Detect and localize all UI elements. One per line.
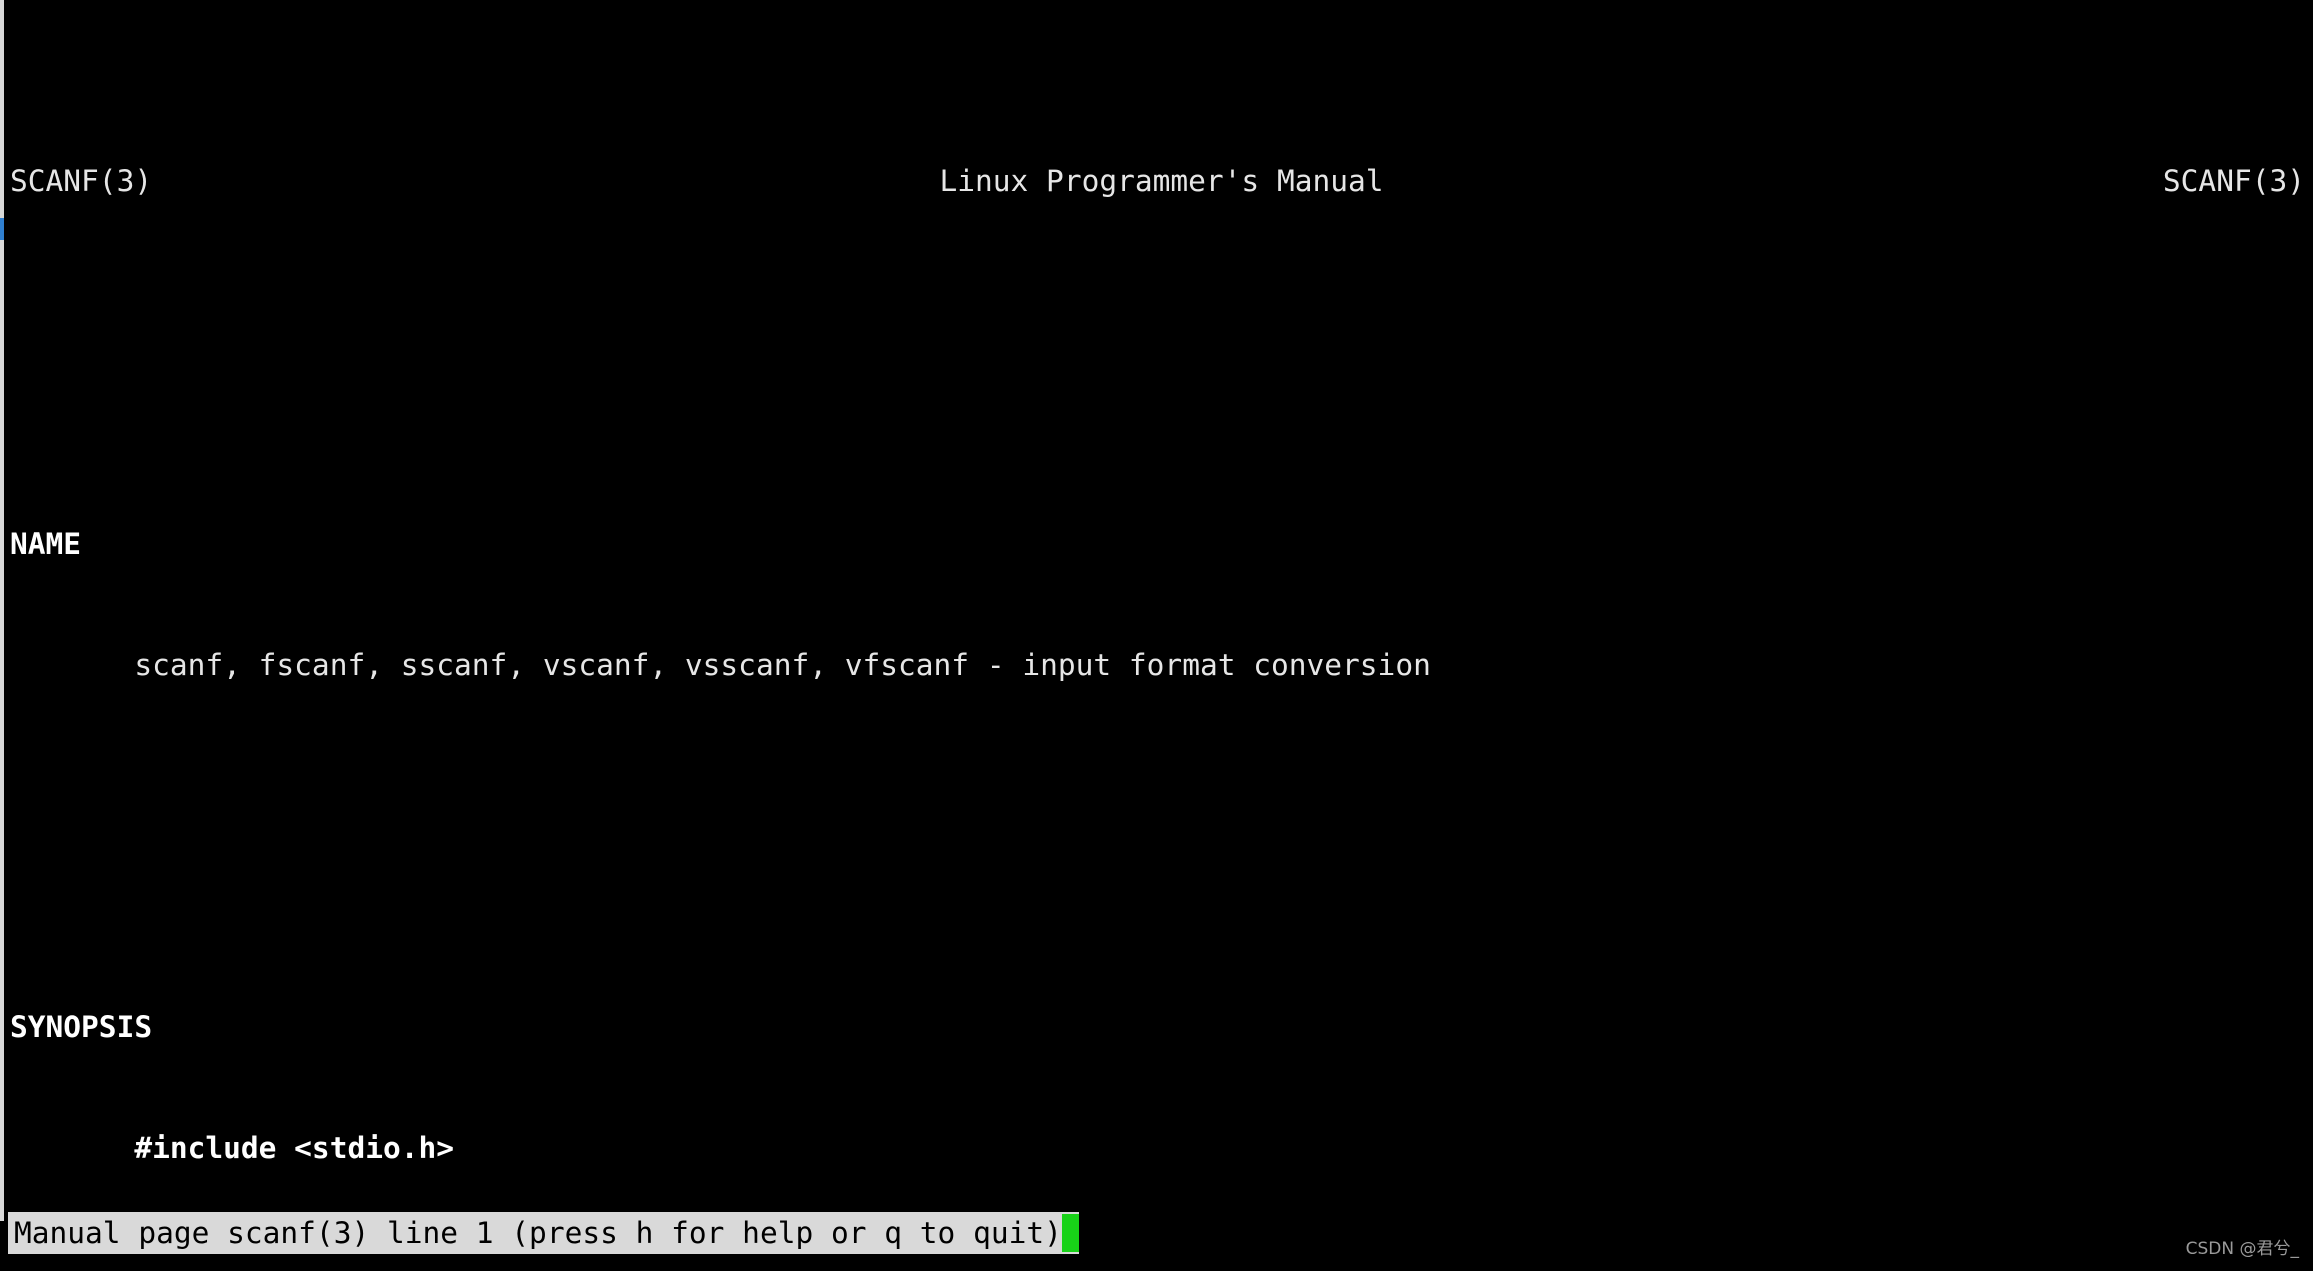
name-body: scanf, fscanf, sscanf, vscanf, vsscanf, …: [10, 647, 1431, 682]
window-left-edge: [0, 0, 4, 1221]
section-heading-name-label: NAME: [10, 526, 82, 561]
pager-status-text: Manual page scanf(3) line 1 (press h for…: [14, 1216, 1062, 1250]
synopsis-include-stdio: #include <stdio.h>: [10, 1128, 2313, 1168]
watermark-label: CSDN @君兮_: [2185, 1238, 2299, 1259]
man-header: SCANF(3) Linux Programmer's Manual SCANF…: [10, 161, 2313, 201]
man-page-content[interactable]: SCANF(3) Linux Programmer's Manual SCANF…: [0, 0, 2313, 1271]
pager-status-bar[interactable]: Manual page scanf(3) line 1 (press h for…: [8, 1212, 1079, 1254]
window-left-edge-highlight: [0, 218, 4, 240]
section-heading-synopsis-label: SYNOPSIS: [10, 1010, 153, 1045]
include-stdio-text: #include <stdio.h>: [10, 1131, 455, 1166]
man-header-right: SCANF(3): [2162, 164, 2305, 199]
man-header-left: SCANF(3): [10, 164, 153, 199]
section-heading-name: NAME: [10, 524, 2313, 564]
terminal-window[interactable]: SCANF(3) Linux Programmer's Manual SCANF…: [0, 0, 2313, 1271]
man-header-center: Linux Programmer's Manual: [939, 164, 1384, 199]
text-cursor: [1061, 1214, 1079, 1252]
section-heading-synopsis: SYNOPSIS: [10, 1007, 2313, 1047]
